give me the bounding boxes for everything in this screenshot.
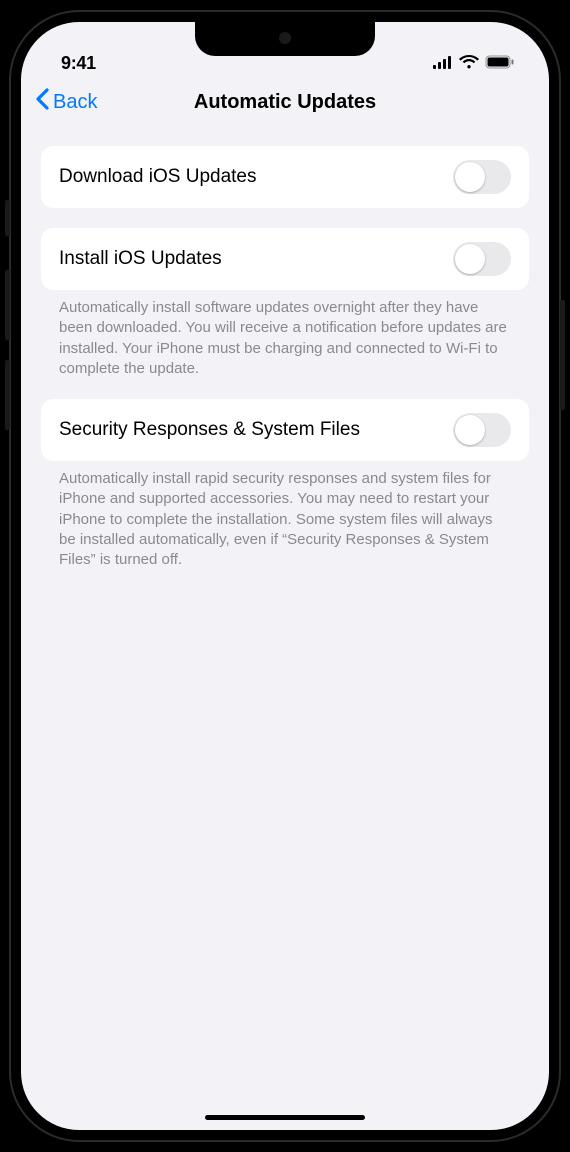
power-button <box>560 300 565 410</box>
row-label: Install iOS Updates <box>59 248 222 270</box>
row-label: Download iOS Updates <box>59 166 257 188</box>
back-button[interactable]: Back <box>35 88 97 116</box>
wifi-icon <box>459 55 479 74</box>
row-install-ios-updates[interactable]: Install iOS Updates <box>41 228 529 290</box>
front-camera <box>279 32 291 44</box>
toggle-knob <box>455 162 485 192</box>
page-title: Automatic Updates <box>194 91 376 114</box>
notch <box>195 22 375 56</box>
battery-icon <box>485 55 515 74</box>
home-indicator[interactable] <box>205 1115 365 1120</box>
phone-frame: 9:41 <box>9 10 561 1142</box>
group-download: Download iOS Updates <box>41 146 529 208</box>
row-label: Security Responses & System Files <box>59 419 360 441</box>
group-footer: Automatically install rapid security res… <box>41 461 529 570</box>
toggle-knob <box>455 244 485 274</box>
toggle-knob <box>455 415 485 445</box>
row-download-ios-updates[interactable]: Download iOS Updates <box>41 146 529 208</box>
volume-down-button <box>5 360 10 430</box>
content: Download iOS Updates Install iOS Updates… <box>21 128 549 570</box>
volume-up-button <box>5 270 10 340</box>
screen: 9:41 <box>21 22 549 1130</box>
silence-switch <box>5 200 10 236</box>
group-install: Install iOS Updates Automatically instal… <box>41 228 529 379</box>
status-time: 9:41 <box>61 53 96 74</box>
group-footer: Automatically install software updates o… <box>41 290 529 379</box>
row-security-responses[interactable]: Security Responses & System Files <box>41 399 529 461</box>
toggle-security-responses[interactable] <box>453 413 511 447</box>
group-security: Security Responses & System Files Automa… <box>41 399 529 570</box>
toggle-download-ios-updates[interactable] <box>453 160 511 194</box>
nav-bar: Back Automatic Updates <box>21 76 549 128</box>
back-label: Back <box>53 91 97 114</box>
status-icons <box>433 55 515 74</box>
toggle-install-ios-updates[interactable] <box>453 242 511 276</box>
cellular-icon <box>433 56 453 74</box>
chevron-left-icon <box>35 88 53 116</box>
